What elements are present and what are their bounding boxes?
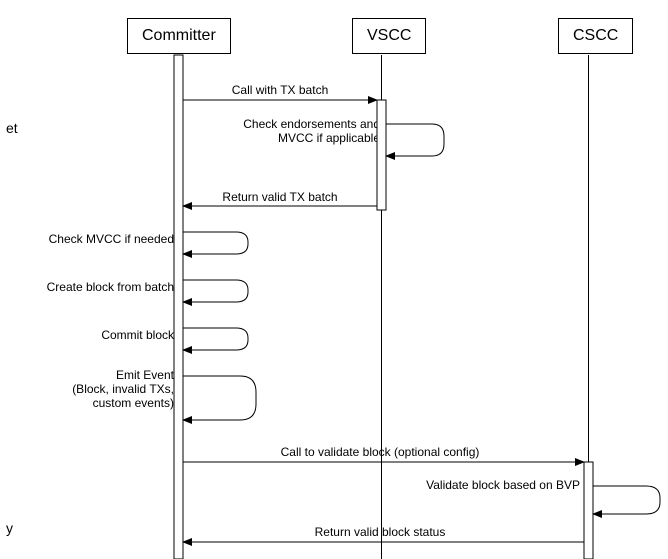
msg-return-block-status: Return valid block status: [200, 525, 560, 539]
msg-create-block: Create block from batch: [0, 280, 174, 294]
cropped-text-2: y: [6, 520, 13, 536]
msg-check-endorsements: Check endorsements and MVCC if applicabl…: [218, 117, 380, 145]
participant-vscc-label: VSCC: [367, 27, 411, 44]
participant-committer: Committer: [127, 18, 231, 54]
lifeline-vscc: [381, 55, 382, 559]
participant-committer-label: Committer: [142, 27, 216, 44]
msg-check-mvcc: Check MVCC if needed: [0, 232, 174, 246]
msg-call-validate-block: Call to validate block (optional config): [200, 445, 560, 459]
cropped-text-1: et: [6, 120, 18, 136]
msg-validate-bvp: Validate block based on BVP: [400, 478, 580, 492]
msg-emit-event: Emit Event (Block, invalid TXs, custom e…: [0, 368, 174, 410]
participant-vscc: VSCC: [352, 18, 426, 54]
msg-commit-block: Commit block: [0, 328, 174, 342]
participant-cscc-label: CSCC: [573, 27, 618, 44]
participant-cscc: CSCC: [558, 18, 633, 54]
lifeline-committer: [178, 55, 179, 559]
lifeline-cscc: [588, 55, 589, 559]
msg-call-tx-batch: Call with TX batch: [200, 83, 360, 97]
sequence-diagram: { "participants": { "committer": "Commit…: [0, 0, 668, 559]
msg-return-valid-tx: Return valid TX batch: [200, 190, 360, 204]
